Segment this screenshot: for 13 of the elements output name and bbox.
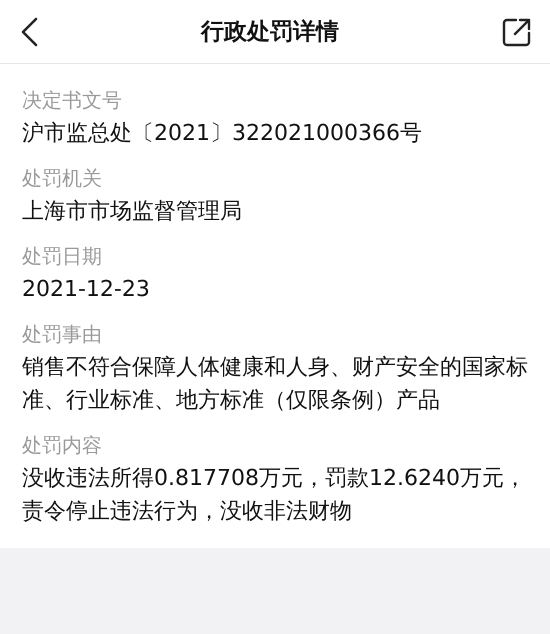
- field-value: 上海市市场监督管理局: [22, 198, 243, 226]
- page-title: 行政处罚详情: [201, 18, 339, 47]
- field-label: 决定书文号: [22, 87, 123, 114]
- field-value: 没收违法所得0.817708万元，罚款12.6240万元，责令停止违法行为，没收非法财物: [22, 465, 527, 526]
- field-value: 沪市监总处〔2021〕322021000366号: [22, 120, 423, 148]
- field-label: 处罚日期: [22, 243, 103, 270]
- share-icon[interactable]: [502, 16, 532, 46]
- field-label: 处罚内容: [22, 432, 103, 459]
- field-value: 2021-12-23: [22, 276, 151, 304]
- field-value: 销售不符合保障人体健康和人身、财产安全的国家标准、行业标准、地方标准（仅限条例）产品: [22, 354, 529, 415]
- back-icon[interactable]: [20, 16, 38, 46]
- field-label: 处罚机关: [22, 165, 103, 192]
- field-label: 处罚事由: [22, 321, 103, 348]
